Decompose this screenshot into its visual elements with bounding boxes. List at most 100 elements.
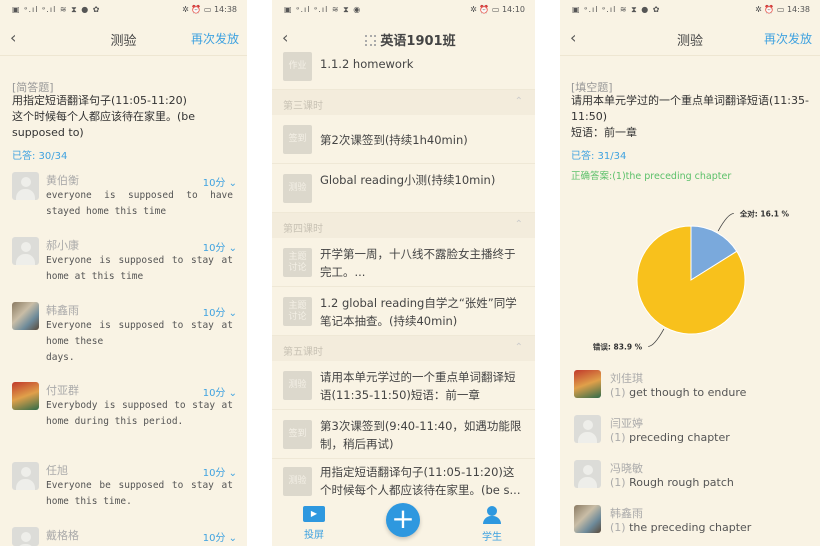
nav-projection[interactable]: ▶ 投屏 xyxy=(294,506,334,541)
qr-code-icon[interactable] xyxy=(365,35,377,46)
activity-item[interactable]: 作业 1.1.2 homework xyxy=(272,52,535,90)
redistribute-button[interactable]: 再次发放 xyxy=(191,30,239,47)
avatar xyxy=(574,460,601,488)
status-icons: ▣ ᵊ.ıl ᵊ.ıl ≋ ⧗ ● ✿ xyxy=(12,5,101,14)
answer-text: (1) get though to endure xyxy=(610,386,746,399)
activity-title: 请用本单元学过的一个重点单词翻译短语(11:35-11:50)短语：前一章 xyxy=(320,369,516,402)
score-dropdown[interactable]: 10分 ⌄ xyxy=(203,239,237,254)
result-pie-chart: 全对: 16.1 % 错误: 83.9 % xyxy=(593,209,790,352)
activity-item[interactable]: 测验 Global reading小测(持续10min) xyxy=(272,164,535,213)
avatar xyxy=(574,505,601,533)
activity-item[interactable]: 测验 请用本单元学过的一个重点单词翻译短语(11:35-11:50)短语：前一章 xyxy=(272,361,535,410)
answer-value: get though to endure xyxy=(629,386,747,399)
class-title[interactable]: 英语1901班 xyxy=(272,30,535,49)
correct-answer: 正确答案:(1)the preceding chapter xyxy=(571,168,731,182)
student-name: 冯晓敏 xyxy=(610,462,643,475)
redistribute-button[interactable]: 再次发放 xyxy=(764,30,812,47)
answer-text: (1) preceding chapter xyxy=(610,431,730,444)
answer-item: 闫亚婷 (1) preceding chapter xyxy=(574,415,812,455)
bottom-nav: ▶ 投屏 + 学生 xyxy=(272,500,535,546)
class-activity-screen: ▣ ᵊ.ıl ᵊ.ıl ≋ ⧗ ◉ ✲ ⏰ ▭ 14:10 ‹ 英语1901班 作… xyxy=(272,0,535,546)
answer-value: Rough rough patch xyxy=(629,476,734,489)
student-name: 任旭 xyxy=(46,464,68,477)
chevron-up-icon: ⌃ xyxy=(514,342,523,353)
avatar xyxy=(12,527,39,546)
answer-text: Everybody is supposed to stay at home du… xyxy=(46,400,233,427)
chevron-down-icon: ⌄ xyxy=(225,533,237,544)
class-name: 英语1901班 xyxy=(380,34,456,49)
correct-answer-value: (1)the preceding chapter xyxy=(612,171,732,182)
activity-item[interactable]: 主题讨论 开学第一周，十八线不露脸女主播终于完工。... xyxy=(272,238,535,287)
correct-answer-label: 正确答案: xyxy=(571,171,613,182)
activity-title: 1.2 global reading自学之“张姓”同学笔记本抽查。(持续40mi… xyxy=(320,295,517,328)
activity-title: Global reading小测(持续10min) xyxy=(320,172,496,187)
status-time: ✲ ⏰ ▭ 14:10 xyxy=(470,5,525,14)
section-title: 第三课时 xyxy=(283,101,323,112)
question-text: 用指定短语翻译句子(11:05-11:20) 这个时候每个人都应该待在家里。(b… xyxy=(12,93,237,141)
answer-item: 黄伯衡 10分 ⌄ everyone is supposed to have s… xyxy=(12,172,239,232)
activity-title: 1.1.2 homework xyxy=(320,57,414,71)
question-line: 短语：前一章 xyxy=(571,126,637,139)
section-title: 第五课时 xyxy=(283,347,323,358)
activity-item[interactable]: 签到 第3次课签到(9:40-11:40，如遇功能限制，稍后再试) xyxy=(272,410,535,459)
avatar xyxy=(12,462,39,490)
avatar xyxy=(12,237,39,265)
short-answer-quiz-screen: ▣ ᵊ.ıl ᵊ.ıl ≋ ⧗ ● ✿ ✲ ⏰ ▭ 14:38 ‹ 测验 再次发放… xyxy=(0,0,247,546)
activity-item[interactable]: 签到 第2次课签到(持续1h40min) xyxy=(272,115,535,164)
add-activity-button[interactable]: + xyxy=(386,503,420,537)
answer-item: 付亚群 10分 ⌄ Everybody is supposed to stay … xyxy=(12,382,239,442)
status-icons: ▣ ᵊ.ıl ᵊ.ıl ≋ ⧗ ● ✿ xyxy=(572,5,661,14)
answer-text: Everyone is supposed to stay at home the… xyxy=(46,320,233,363)
blank-number: (1) xyxy=(610,386,626,399)
status-icons: ▣ ᵊ.ıl ᵊ.ıl ≋ ⧗ ◉ xyxy=(284,5,362,14)
answer-text: everyone is supposed to have stayed home… xyxy=(46,190,233,217)
activity-type-badge: 测验 xyxy=(283,466,312,496)
activity-title: 第2次课签到(持续1h40min) xyxy=(320,132,468,147)
answer-item: 韩鑫雨 10分 ⌄ Everyone is supposed to stay a… xyxy=(12,302,239,363)
status-time: ✲ ⏰ ▭ 14:38 xyxy=(182,5,237,14)
score-dropdown[interactable]: 10分 ⌄ xyxy=(203,304,237,319)
activity-type-badge: 主题讨论 xyxy=(283,248,312,277)
answer-item: 韩鑫雨 (1) the preceding chapter xyxy=(574,505,812,545)
section-header[interactable]: 第三课时 ⌃ xyxy=(272,90,535,115)
student-name: 付亚群 xyxy=(46,384,79,397)
header: ‹ 英语1901班 xyxy=(272,20,535,56)
score-dropdown[interactable]: 10分 ⌄ xyxy=(203,384,237,399)
pie-label-leader xyxy=(648,328,665,347)
score-value: 10分 xyxy=(202,533,226,544)
pie-label: 全对: 16.1 % xyxy=(739,209,790,219)
blank-number: (1) xyxy=(610,476,626,489)
answer-item: 冯晓敏 (1) Rough rough patch xyxy=(574,460,812,500)
score-dropdown[interactable]: 10分 ⌄ xyxy=(203,464,237,479)
status-bar: ▣ ᵊ.ıl ᵊ.ıl ≋ ⧗ ◉ ✲ ⏰ ▭ 14:10 xyxy=(272,0,535,20)
answer-item: 刘佳琪 (1) get though to endure xyxy=(574,370,812,410)
score-dropdown[interactable]: 10分 ⌄ xyxy=(203,529,237,544)
pie-label: 错误: 83.9 % xyxy=(593,341,643,351)
avatar xyxy=(574,415,601,443)
avatar xyxy=(12,382,39,410)
section-header[interactable]: 第五课时 ⌃ xyxy=(272,336,535,361)
student-name: 刘佳琪 xyxy=(610,372,643,385)
fill-blank-quiz-screen: ▣ ᵊ.ıl ᵊ.ıl ≋ ⧗ ● ✿ ✲ ⏰ ▭ 14:38 ‹ 测验 再次发放… xyxy=(560,0,820,546)
section-header[interactable]: 第四课时 ⌃ xyxy=(272,213,535,238)
student-name: 闫亚婷 xyxy=(610,417,643,430)
activity-type-badge: 测验 xyxy=(283,371,312,400)
student-name: 黄伯衡 xyxy=(46,174,79,187)
activity-type-badge: 签到 xyxy=(283,420,312,449)
activity-type-badge: 作业 xyxy=(283,52,312,81)
answered-count: 已答: 31/34 xyxy=(571,151,627,162)
avatar xyxy=(574,370,601,398)
answer-value: the preceding chapter xyxy=(629,521,752,534)
nav-students[interactable]: 学生 xyxy=(472,506,512,543)
activity-title: 开学第一周，十八线不露脸女主播终于完工。... xyxy=(320,246,516,279)
activity-item[interactable]: 主题讨论 1.2 global reading自学之“张姓”同学笔记本抽查。(持… xyxy=(272,287,535,336)
chevron-up-icon: ⌃ xyxy=(514,219,523,230)
section-title: 第四课时 xyxy=(283,224,323,235)
question-line: 这个时候每个人都应该待在家里。(be supposed to) xyxy=(12,110,196,139)
pie-label-leader xyxy=(717,213,734,232)
activity-item[interactable]: 测验 用指定短语翻译句子(11:05-11:20)这个时候每个人都应该待在家里。… xyxy=(272,459,535,503)
monitor-icon: ▶ xyxy=(303,506,325,522)
student-name: 郝小康 xyxy=(46,239,79,252)
status-bar: ▣ ᵊ.ıl ᵊ.ıl ≋ ⧗ ● ✿ ✲ ⏰ ▭ 14:38 xyxy=(0,0,247,20)
score-dropdown[interactable]: 10分 ⌄ xyxy=(203,174,237,189)
